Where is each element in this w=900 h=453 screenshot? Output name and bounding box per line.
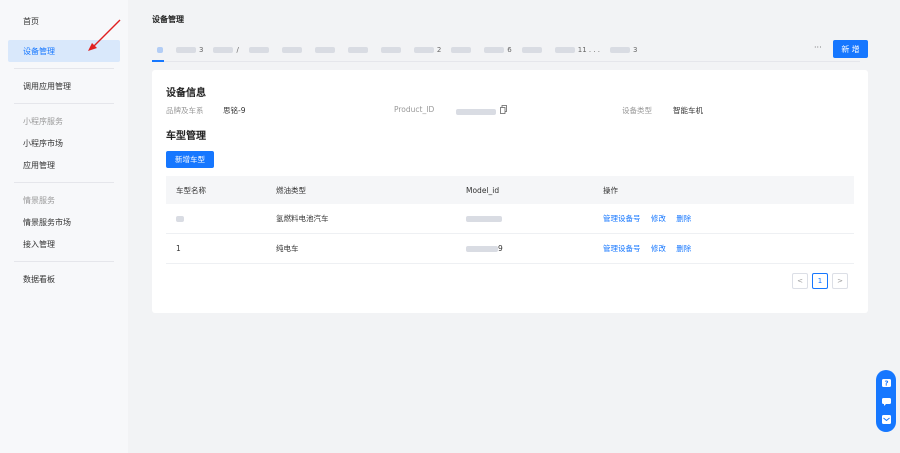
tab-label-redacted xyxy=(413,47,434,53)
device-detail-card: 设备信息 品牌及车系 思铭-9 Product_ID 设备类型 智能车机 车型管… xyxy=(152,70,868,313)
chat-icon[interactable] xyxy=(881,396,892,407)
device-tab[interactable] xyxy=(310,42,343,58)
add-device-button[interactable]: 新 增 xyxy=(833,40,868,58)
page-title: 设备管理 xyxy=(152,15,184,24)
delete-link[interactable]: 删除 xyxy=(676,214,691,223)
prev-page-button[interactable]: < xyxy=(792,273,808,289)
tab-label: 6 xyxy=(507,46,512,54)
device-tab[interactable]: 6 xyxy=(479,42,516,58)
device-tab[interactable] xyxy=(517,42,550,58)
brand-value: 思铭-9 xyxy=(223,106,246,115)
svg-text:?: ? xyxy=(884,379,888,387)
active-tab-indicator xyxy=(152,60,164,62)
tab-label-redacted xyxy=(484,47,505,53)
table-row: 1 纯电车 9 管理设备号 修改 删除 xyxy=(166,234,854,264)
tab-label-redacted xyxy=(157,47,163,53)
device-tab[interactable]: / xyxy=(208,42,243,58)
product-id-label: Product_ID xyxy=(394,105,435,114)
device-tab[interactable] xyxy=(152,42,171,58)
tabs-divider xyxy=(152,61,860,62)
device-tab[interactable]: 3 xyxy=(171,42,208,58)
sidebar-item-app-management[interactable]: 应用管理 xyxy=(8,154,120,176)
device-tab[interactable] xyxy=(244,42,277,58)
brand-label: 品牌及车系 xyxy=(166,106,204,115)
tab-label: 3 xyxy=(199,46,204,54)
device-tab[interactable]: 2 xyxy=(409,42,446,58)
cell-fuel-type: 纯电车 xyxy=(276,244,299,253)
product-id-value xyxy=(456,107,496,116)
tab-label-redacted xyxy=(314,47,335,53)
tab-label-redacted xyxy=(248,47,269,53)
edit-link[interactable]: 修改 xyxy=(651,214,666,223)
model-table: 车型名称 燃油类型 Model_id 操作 氢燃料电池汽车 管理设备号 修改 删… xyxy=(166,176,854,264)
col-actions: 操作 xyxy=(603,185,618,195)
device-tab[interactable]: 3 xyxy=(605,42,642,58)
pagination: < 1 > xyxy=(792,273,848,289)
tab-label-redacted xyxy=(380,47,401,53)
device-tab[interactable] xyxy=(277,42,310,58)
tab-label: 3 xyxy=(633,46,638,54)
sidebar-divider xyxy=(14,103,114,104)
model-management-title: 车型管理 xyxy=(166,131,206,142)
cell-model-name xyxy=(166,214,276,223)
manage-device-number-link[interactable]: 管理设备号 xyxy=(603,214,641,223)
tab-label-redacted xyxy=(554,47,575,53)
table-header: 车型名称 燃油类型 Model_id 操作 xyxy=(166,176,854,204)
tab-label-redacted xyxy=(451,47,472,53)
tab-label-redacted xyxy=(347,47,368,53)
sidebar-divider xyxy=(14,182,114,183)
cell-fuel-type: 氢燃料电池汽车 xyxy=(276,214,329,223)
sidebar-item-dashboard[interactable]: 数据看板 xyxy=(8,268,120,290)
col-model-id: Model_id xyxy=(466,185,500,195)
tab-label-redacted xyxy=(176,47,196,53)
device-tab[interactable] xyxy=(343,42,376,58)
sidebar-item-scene-market[interactable]: 情景服务市场 xyxy=(8,211,120,233)
sidebar-divider xyxy=(14,68,114,69)
table-row: 氢燃料电池汽车 管理设备号 修改 删除 xyxy=(166,204,854,234)
tab-label-redacted xyxy=(521,47,542,53)
device-info-title: 设备信息 xyxy=(166,88,206,99)
device-tab[interactable]: 11 . . . xyxy=(550,42,605,58)
cell-actions: 管理设备号 修改 删除 xyxy=(603,213,854,224)
sidebar-group-miniapp: 小程序服务 xyxy=(23,116,63,126)
help-icon[interactable]: ? xyxy=(881,378,892,389)
manage-device-number-link[interactable]: 管理设备号 xyxy=(603,244,641,253)
tab-label-redacted xyxy=(213,47,234,53)
copy-icon[interactable] xyxy=(500,105,507,114)
device-tabs: 3 / 2 6 11 . . . 3 xyxy=(152,40,892,60)
cell-model-id: 9 xyxy=(466,244,603,253)
delete-link[interactable]: 删除 xyxy=(676,244,691,253)
device-info-row: 品牌及车系 思铭-9 Product_ID 设备类型 智能车机 xyxy=(166,105,856,117)
cell-actions: 管理设备号 修改 删除 xyxy=(603,243,854,254)
col-fuel-type: 燃油类型 xyxy=(276,185,306,195)
main-content: 设备管理 3 / 2 6 11 . . . 3 ··· 新 增 设备信息 品牌及车系 思铭… xyxy=(128,0,900,453)
tab-label-redacted xyxy=(610,47,631,53)
sidebar: 首页 设备管理 调用应用管理 小程序服务 小程序市场 应用管理 情景服务 情景服… xyxy=(0,0,128,453)
add-model-button[interactable]: 新增车型 xyxy=(166,151,214,168)
cell-model-name: 1 xyxy=(176,244,181,253)
tab-label-redacted xyxy=(281,47,302,53)
sidebar-item-access-management[interactable]: 接入管理 xyxy=(8,233,120,255)
device-type-value: 智能车机 xyxy=(673,106,703,115)
tab-label: 11 . . . xyxy=(577,46,601,54)
col-model-name: 车型名称 xyxy=(176,185,206,195)
tab-label: 2 xyxy=(436,46,442,54)
device-type-label: 设备类型 xyxy=(622,106,652,115)
edit-link[interactable]: 修改 xyxy=(651,244,666,253)
sidebar-divider xyxy=(14,261,114,262)
cell-model-id xyxy=(466,214,603,223)
feedback-icon[interactable] xyxy=(881,414,892,425)
next-page-button[interactable]: > xyxy=(832,273,848,289)
sidebar-item-miniapp-market[interactable]: 小程序市场 xyxy=(8,132,120,154)
floating-help-bar: ? xyxy=(876,370,896,432)
tab-label: / xyxy=(236,46,239,54)
red-arrow-icon xyxy=(88,19,121,51)
device-tab[interactable] xyxy=(376,42,409,58)
device-tab[interactable] xyxy=(446,42,479,58)
page-1-button[interactable]: 1 xyxy=(812,273,828,289)
sidebar-group-scene: 情景服务 xyxy=(23,195,55,205)
sidebar-item-app-call-management[interactable]: 调用应用管理 xyxy=(8,75,120,97)
more-tabs-button[interactable]: ··· xyxy=(814,43,822,52)
